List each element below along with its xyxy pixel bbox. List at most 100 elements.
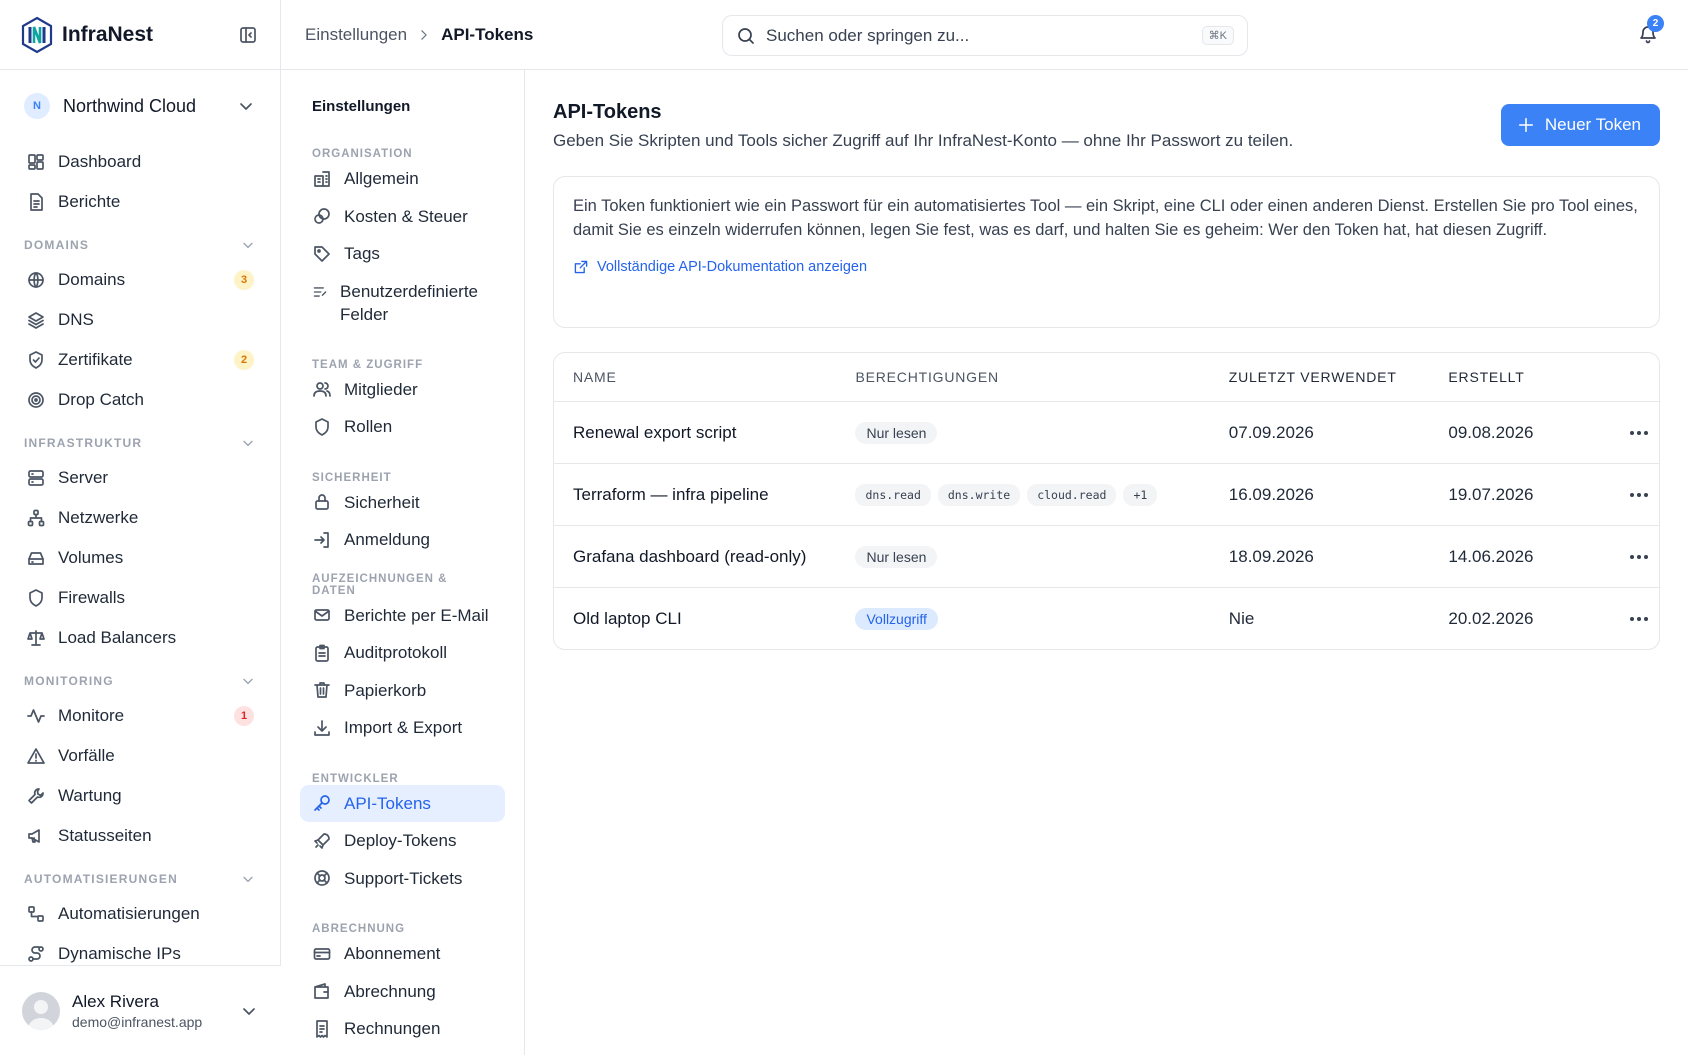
scope-badge: dns.write xyxy=(937,483,1021,506)
settings-item-import-export[interactable]: Import & Export xyxy=(300,709,505,747)
dashboard-icon xyxy=(28,154,44,170)
breadcrumb-current: API-Tokens xyxy=(441,25,534,44)
section-title: DOMAINS xyxy=(24,238,90,252)
coins-icon xyxy=(314,208,330,225)
sidebar-item-label: Monitore xyxy=(58,706,125,725)
more-horizontal-icon xyxy=(1629,492,1648,497)
permission-badge: Nur lesen xyxy=(855,421,938,444)
sidebar-item-firewalls[interactable]: Firewalls xyxy=(0,578,280,618)
table-row[interactable]: Grafana dashboard (read-only) Nur lesen … xyxy=(554,525,1659,587)
sidebar-item-automatisierungen[interactable]: Automatisierungen xyxy=(0,894,280,934)
breadcrumb: Einstellungen API-Tokens xyxy=(305,0,533,70)
settings-item-mitglieder[interactable]: Mitglieder xyxy=(300,371,505,409)
table-row[interactable]: Renewal export script Nur lesen 07.09.20… xyxy=(554,401,1659,463)
sidebar-section-infrastruktur[interactable]: INFRASTRUKTUR xyxy=(0,420,280,458)
row-actions-button[interactable] xyxy=(1618,554,1659,559)
sidebar-item-wartung[interactable]: Wartung xyxy=(0,776,280,816)
shield-icon xyxy=(315,417,329,436)
route-icon xyxy=(28,946,44,962)
network-icon xyxy=(27,509,45,527)
new-token-button[interactable]: Neuer Token xyxy=(1500,104,1660,146)
settings-nav: Einstellungen ORGANISATION Allgemein Kos… xyxy=(281,70,525,1055)
sidebar-item-load-balancers[interactable]: Load Balancers xyxy=(0,618,280,658)
sidebar-item-label: Dashboard xyxy=(58,152,142,171)
sidebar-item-dashboard[interactable]: Dashboard xyxy=(0,142,280,182)
more-scopes-badge[interactable]: +1 xyxy=(1123,483,1158,506)
receipt-icon xyxy=(316,1019,328,1038)
settings-item-rechnungen[interactable]: Rechnungen xyxy=(300,1010,505,1048)
settings-item-papierkorb[interactable]: Papierkorb xyxy=(300,672,505,710)
sidebar-item-statusseiten[interactable]: Statusseiten xyxy=(0,816,280,856)
settings-item-kosten-steuer[interactable]: Kosten & Steuer xyxy=(300,198,505,236)
row-actions-button[interactable] xyxy=(1618,616,1659,621)
user-menu[interactable]: Alex Rivera demo@infranest.app xyxy=(0,965,281,1055)
sidebar-item-dns[interactable]: DNS xyxy=(0,300,280,340)
shield-check-icon xyxy=(29,351,43,369)
settings-item-allgemein[interactable]: Allgemein xyxy=(300,160,505,198)
chevron-down-icon xyxy=(240,103,252,110)
more-horizontal-icon xyxy=(1629,554,1648,559)
sidebar-section-domains[interactable]: DOMAINS xyxy=(0,222,280,260)
settings-item-label: Abonnement xyxy=(344,944,441,964)
list-edit-icon xyxy=(313,286,327,297)
sidebar-item-zertifikate[interactable]: Zertifikate 2 xyxy=(0,340,280,380)
sidebar-item-label: Volumes xyxy=(58,548,124,567)
sidebar-item-vorfaelle[interactable]: Vorfälle xyxy=(0,736,280,776)
main-content: API-Tokens Geben Sie Skripten und Tools … xyxy=(525,70,1688,1055)
settings-item-benutzerdefinierte-felder[interactable]: Benutzerdefinierte Felder xyxy=(300,273,505,333)
settings-item-tags[interactable]: Tags xyxy=(300,235,505,273)
sidebar-item-domains[interactable]: Domains 3 xyxy=(0,260,280,300)
breadcrumb-parent-link[interactable]: Einstellungen xyxy=(305,25,407,45)
row-actions-button[interactable] xyxy=(1618,492,1659,497)
user-name: Alex Rivera xyxy=(72,991,159,1011)
collapse-sidebar-button[interactable] xyxy=(236,23,260,47)
chevron-down-icon xyxy=(243,876,253,883)
search-input[interactable]: Suchen oder springen zu... ⌘K xyxy=(722,15,1248,56)
row-actions-button[interactable] xyxy=(1618,430,1659,435)
settings-item-support-tickets[interactable]: Support-Tickets xyxy=(300,860,505,898)
sidebar-toggle-icon xyxy=(240,26,256,43)
workflow-icon xyxy=(28,906,44,922)
sidebar-item-netzwerke[interactable]: Netzwerke xyxy=(0,498,280,538)
settings-item-auditprotokoll[interactable]: Auditprotokoll xyxy=(300,634,505,672)
clipboard-list-icon xyxy=(315,644,329,662)
settings-item-rollen[interactable]: Rollen xyxy=(300,408,505,446)
info-card: Ein Token funktioniert wie ein Passwort … xyxy=(553,176,1660,328)
column-header-permissions[interactable]: BERECHTIGUNGEN xyxy=(855,369,1228,385)
sidebar-item-drop-catch[interactable]: Drop Catch xyxy=(0,380,280,420)
table-row[interactable]: Terraform — infra pipeline dns.read dns.… xyxy=(554,463,1659,525)
table-row[interactable]: Old laptop CLI Vollzugriff Nie 20.02.202… xyxy=(554,587,1659,649)
sidebar-item-berichte[interactable]: Berichte xyxy=(0,182,280,222)
sidebar-item-monitore[interactable]: Monitore 1 xyxy=(0,696,280,736)
sidebar-section-automatisierungen[interactable]: AUTOMATISIERUNGEN xyxy=(0,856,280,894)
settings-item-label: Auditprotokoll xyxy=(344,643,448,663)
created-date: 14.06.2026 xyxy=(1448,546,1534,566)
sidebar-item-volumes[interactable]: Volumes xyxy=(0,538,280,578)
settings-item-sicherheit[interactable]: Sicherheit xyxy=(300,484,505,522)
page-description: Geben Sie Skripten und Tools sicher Zugr… xyxy=(553,131,1294,150)
search-placeholder: Suchen oder springen zu... xyxy=(766,25,970,45)
settings-item-berichte-per-email[interactable]: Berichte per E-Mail xyxy=(300,597,505,635)
permissions-cell: Nur lesen xyxy=(855,545,1228,568)
last-used: 16.09.2026 xyxy=(1228,484,1314,504)
column-header-created[interactable]: ERSTELLT xyxy=(1448,369,1618,385)
settings-item-api-tokens[interactable]: API-Tokens xyxy=(300,784,505,822)
sidebar-item-label: Drop Catch xyxy=(58,390,144,409)
settings-item-label: Mitglieder xyxy=(344,379,418,399)
tokens-table: NAME BERECHTIGUNGEN ZULETZT VERWENDET ER… xyxy=(553,352,1660,650)
sidebar-item-label: Wartung xyxy=(58,786,122,805)
column-header-last-used[interactable]: ZULETZT VERWENDET xyxy=(1229,369,1449,385)
settings-item-deploy-tokens[interactable]: Deploy-Tokens xyxy=(300,822,505,860)
globe-icon xyxy=(28,272,44,288)
org-switcher[interactable]: N Northwind Cloud xyxy=(0,70,280,142)
hard-drive-icon xyxy=(28,552,44,565)
trash-icon xyxy=(314,682,330,699)
sidebar-item-server[interactable]: Server xyxy=(0,458,280,498)
column-header-name[interactable]: NAME xyxy=(554,369,855,385)
sidebar-section-monitoring[interactable]: MONITORING xyxy=(0,658,280,696)
api-docs-link[interactable]: Vollständige API-Dokumentation anzeigen xyxy=(573,259,1640,275)
settings-item-abrechnung[interactable]: Abrechnung xyxy=(300,973,505,1011)
settings-item-anmeldung[interactable]: Anmeldung xyxy=(300,521,505,559)
shield-icon xyxy=(29,589,43,607)
settings-item-abonnement[interactable]: Abonnement xyxy=(300,935,505,973)
